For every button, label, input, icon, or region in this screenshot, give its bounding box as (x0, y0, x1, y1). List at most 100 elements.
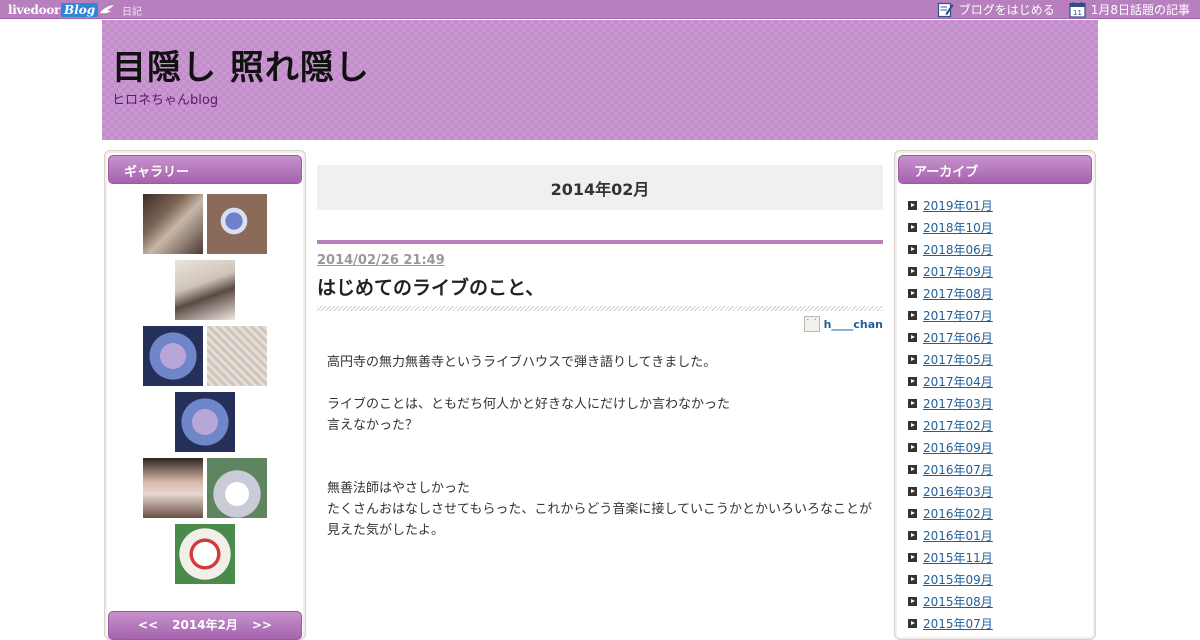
arrow-bullet-icon (908, 420, 917, 430)
gallery-thumbnail[interactable] (143, 194, 203, 254)
archive-link[interactable]: 2017年05月 (923, 351, 993, 368)
archive-link[interactable]: 2017年09月 (923, 263, 993, 280)
list-item: 2017年05月 (908, 348, 993, 370)
month-heading: 2014年02月 (317, 165, 883, 210)
gallery-thumbnail[interactable] (207, 326, 267, 386)
list-item: 2017年04月 (908, 370, 993, 392)
arrow-bullet-icon (908, 288, 917, 298)
archive-link[interactable]: 2017年02月 (923, 417, 993, 434)
list-item: 2018年10月 (908, 216, 993, 238)
body-line (327, 457, 879, 478)
arrow-bullet-icon (908, 442, 917, 452)
archive-link[interactable]: 2016年03月 (923, 483, 993, 500)
arrow-bullet-icon (908, 552, 917, 562)
archive-link[interactable]: 2017年04月 (923, 373, 993, 390)
arrow-bullet-icon (908, 310, 917, 320)
post-body: 高円寺の無力無善寺というライブハウスで弾き語りしてきました。 ライブのことは、と… (327, 352, 879, 541)
calendar-next-link[interactable]: >> (252, 618, 272, 632)
body-line: ライブのことは、ともだち何人かと好きな人にだけしか言わなかった (327, 397, 731, 412)
archive-link[interactable]: 2016年01月 (923, 527, 993, 544)
gallery (105, 194, 305, 590)
archive-link[interactable]: 2017年08月 (923, 285, 993, 302)
archive-link[interactable]: 2015年07月 (923, 615, 993, 632)
top-right-links: ブログをはじめる 11 1月8日話題の記事 (923, 0, 1190, 19)
archive-link[interactable]: 2015年08月 (923, 593, 993, 610)
arrow-bullet-icon (908, 596, 917, 606)
list-item: 2015年07月 (908, 612, 993, 634)
gallery-thumbnail[interactable] (143, 458, 203, 518)
archive-link[interactable]: 2016年07月 (923, 461, 993, 478)
archive-link[interactable]: 2018年06月 (923, 241, 993, 258)
archive-link[interactable]: 2019年01月 (923, 197, 993, 214)
list-item: 2016年03月 (908, 480, 993, 502)
archive-link[interactable]: 2015年11月 (923, 549, 993, 566)
list-item: 2017年03月 (908, 392, 993, 414)
arrow-bullet-icon (908, 332, 917, 342)
list-item: 2015年11月 (908, 546, 993, 568)
arrow-bullet-icon (908, 508, 917, 518)
svg-text:11: 11 (1073, 9, 1082, 17)
list-item: 2018年06月 (908, 238, 993, 260)
arrow-bullet-icon (908, 486, 917, 496)
list-item: 2017年07月 (908, 304, 993, 326)
list-item: 2015年09月 (908, 568, 993, 590)
logo-livedoor-text: livedoor (8, 2, 61, 17)
gallery-thumbnail[interactable] (175, 260, 235, 320)
arrow-bullet-icon (908, 266, 917, 276)
gallery-thumbnail[interactable] (175, 524, 235, 584)
list-item: 2017年02月 (908, 414, 993, 436)
trending-articles-link[interactable]: 11 1月8日話題の記事 (1069, 1, 1190, 18)
blog-header: 目隠し 照れ隠し ヒロネちゃんblog (102, 20, 1098, 140)
diary-link[interactable]: 日記 (122, 3, 142, 18)
archive-heading: アーカイブ (898, 155, 1092, 184)
author-name: h____chan (823, 317, 883, 331)
right-sidebar: アーカイブ 2019年01月 2018年10月 2018年06月 2017年09… (894, 150, 1096, 640)
list-item: 2017年08月 (908, 282, 993, 304)
post-date-link[interactable]: 2014/02/26 21:49 (317, 253, 445, 268)
arrow-bullet-icon (908, 574, 917, 584)
start-blog-link[interactable]: ブログをはじめる (937, 1, 1055, 18)
pencil-note-icon (937, 2, 954, 18)
author-avatar-icon: ˙ ˙ (803, 316, 820, 332)
archive-link[interactable]: 2017年07月 (923, 307, 993, 324)
calendar-prev-link[interactable]: << (138, 618, 158, 632)
list-item: 2017年06月 (908, 326, 993, 348)
archive-link[interactable]: 2017年03月 (923, 395, 993, 412)
post-author[interactable]: ˙ ˙ h____chan (803, 316, 883, 332)
list-item: 2017年09月 (908, 260, 993, 282)
body-line: たくさんおはなしさせてもらった、これからどう音楽に接していこうかとかいろいろなこ… (327, 502, 872, 538)
post-title[interactable]: はじめてのライブのこと、 (317, 273, 544, 300)
gallery-thumbnail[interactable] (175, 392, 235, 452)
calendar-icon: 11 (1069, 2, 1086, 18)
gallery-heading: ギャラリー (108, 155, 302, 184)
archive-link[interactable]: 2016年02月 (923, 505, 993, 522)
list-item: 2016年07月 (908, 458, 993, 480)
gallery-thumbnail[interactable] (143, 326, 203, 386)
list-item: 2015年08月 (908, 590, 993, 612)
archive-link[interactable]: 2016年09月 (923, 439, 993, 456)
archive-link[interactable]: 2018年10月 (923, 219, 993, 236)
title-hatch-divider (317, 306, 883, 311)
list-item: 2019年01月 (908, 194, 993, 216)
blog-title[interactable]: 目隠し 照れ隠し (112, 40, 370, 89)
arrow-bullet-icon (908, 464, 917, 474)
arrow-bullet-icon (908, 354, 917, 364)
archive-link[interactable]: 2017年06月 (923, 329, 993, 346)
arrow-bullet-icon (908, 618, 917, 628)
body-line (327, 436, 879, 457)
body-line: 高円寺の無力無善寺というライブハウスで弾き語りしてきました。 (327, 355, 717, 370)
arrow-bullet-icon (908, 376, 917, 386)
gallery-thumbnail[interactable] (207, 458, 267, 518)
body-line: 無善法師はやさしかった (327, 481, 471, 496)
list-item: 2016年02月 (908, 502, 993, 524)
livedoor-blog-logo[interactable]: livedoor Blog (8, 1, 115, 18)
arrow-bullet-icon (908, 398, 917, 408)
post-divider (317, 240, 883, 244)
archive-link[interactable]: 2015年09月 (923, 571, 993, 588)
gallery-thumbnail[interactable] (207, 194, 267, 254)
arrow-bullet-icon (908, 530, 917, 540)
arrow-bullet-icon (908, 244, 917, 254)
left-sidebar: ギャラリー << 2014年2月 >> (104, 150, 306, 640)
archive-list: 2019年01月 2018年10月 2018年06月 2017年09月 2017… (908, 194, 993, 634)
arrow-bullet-icon (908, 200, 917, 210)
